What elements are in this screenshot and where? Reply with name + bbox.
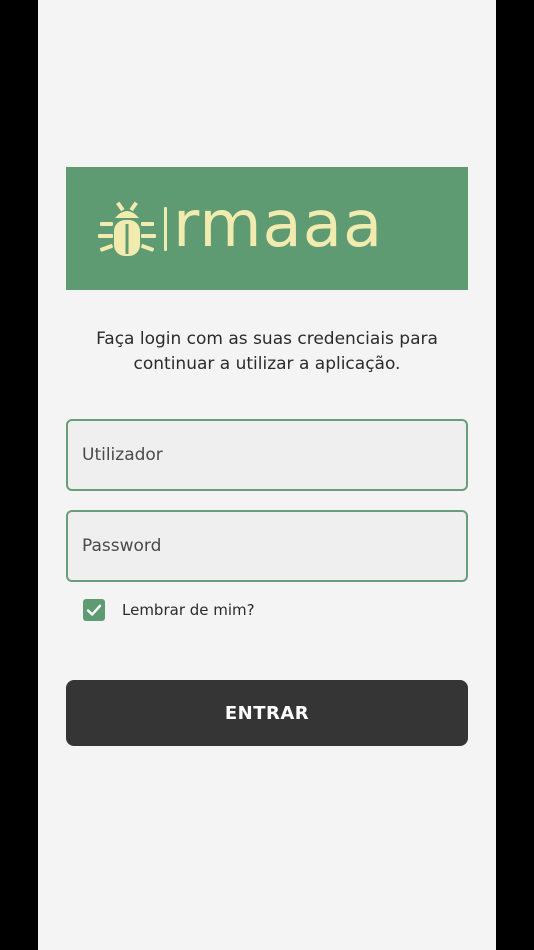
username-input[interactable]	[68, 421, 466, 489]
bug-icon	[98, 201, 156, 256]
checkmark-icon	[86, 604, 102, 616]
login-screen: rmaaa Faça login com as suas credenciais…	[38, 0, 496, 950]
password-field[interactable]	[66, 510, 468, 582]
logo: rmaaa	[96, 193, 383, 261]
logo-divider	[164, 207, 167, 251]
remember-me-label[interactable]: Lembrar de mim?	[122, 601, 255, 619]
logo-banner: rmaaa	[66, 167, 468, 290]
remember-me-row[interactable]: Lembrar de mim?	[83, 599, 255, 621]
login-instructions: Faça login com as suas credenciais para …	[96, 329, 438, 374]
username-field[interactable]	[66, 419, 468, 491]
remember-me-checkbox[interactable]	[83, 599, 105, 621]
login-button[interactable]: ENTRAR	[66, 680, 468, 746]
logo-wordmark: rmaaa	[173, 188, 384, 262]
password-input[interactable]	[68, 512, 466, 580]
